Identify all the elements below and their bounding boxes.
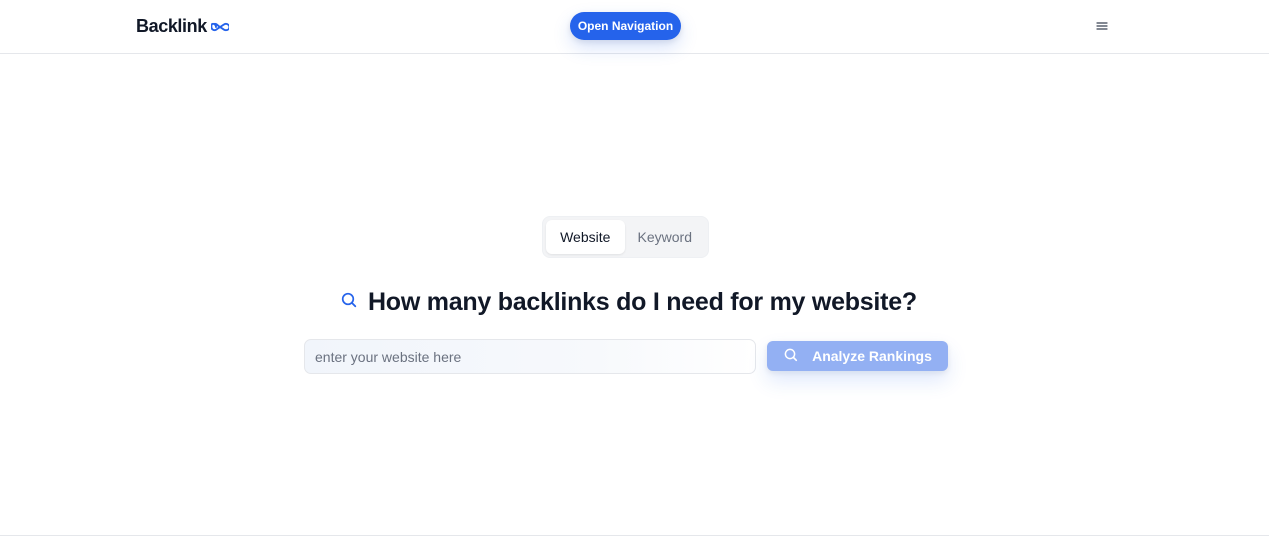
analyze-rankings-label: Analyze Rankings [812,348,932,364]
tab-website[interactable]: Website [546,220,625,254]
page-divider [0,535,1269,536]
infinity-icon [210,20,231,32]
search-mode-tabs: Website Keyword [542,216,709,258]
hamburger-menu-icon[interactable] [1094,17,1110,35]
brand-name: Backlink [136,15,207,36]
brand-logo[interactable]: Backlink [136,15,231,37]
tab-keyword[interactable]: Keyword [625,220,706,254]
open-navigation-button[interactable]: Open Navigation [570,12,681,40]
site-header: Backlink Open Navigation [0,0,1269,54]
page-title: How many backlinks do I need for my webs… [368,287,917,316]
search-icon [340,291,358,314]
search-icon [783,347,799,366]
analyze-rankings-button[interactable]: Analyze Rankings [767,341,948,371]
hero-heading: How many backlinks do I need for my webs… [340,285,930,319]
website-search-input[interactable] [304,339,756,374]
